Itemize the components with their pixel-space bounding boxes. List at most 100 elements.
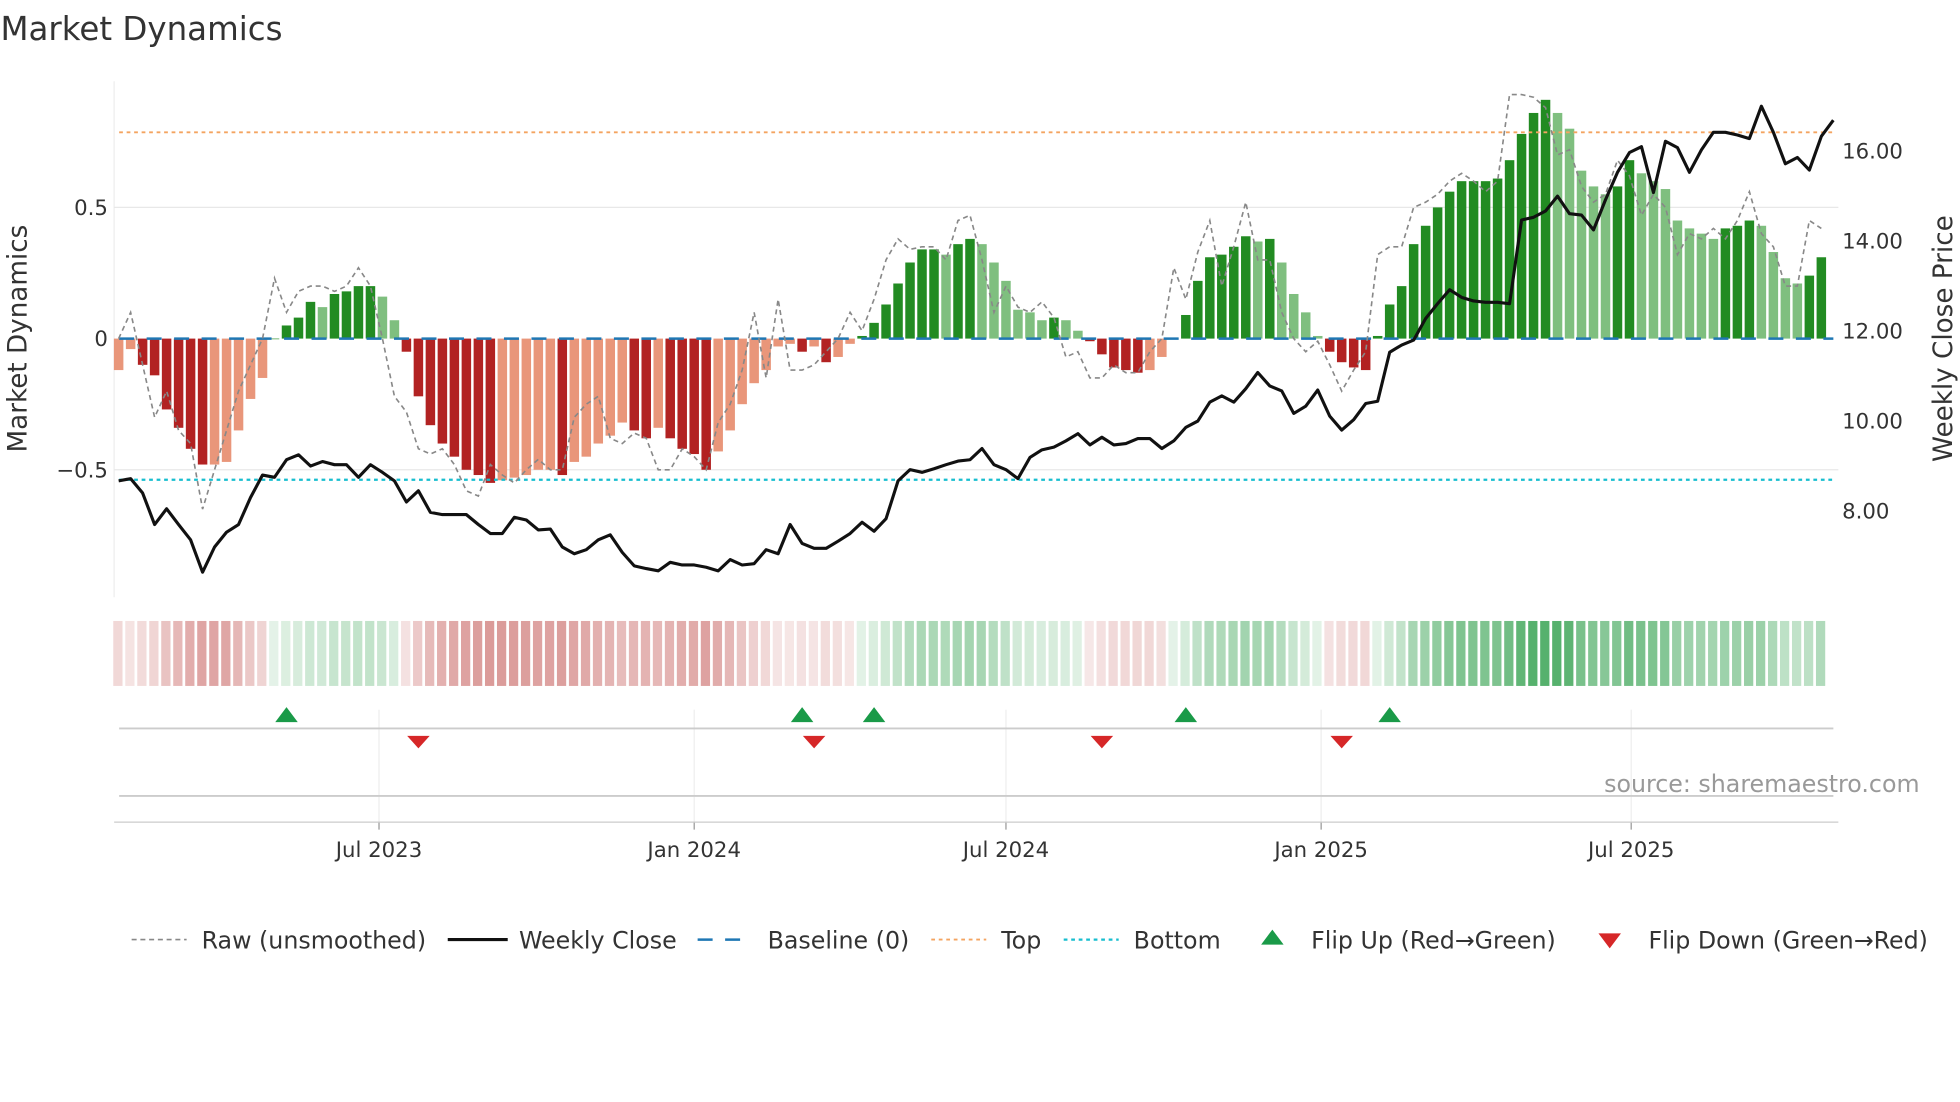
dynamics-bar xyxy=(1504,160,1515,339)
heat-strip-cell xyxy=(664,620,675,686)
heat-strip-cell xyxy=(1132,620,1142,686)
legend-flip-down-icon xyxy=(1598,933,1621,949)
heat-strip-cell xyxy=(1420,620,1430,686)
dynamics-bar xyxy=(1181,314,1191,339)
heat-strip-cell xyxy=(868,620,878,686)
right-tick-label: 12.00 xyxy=(1842,320,1903,345)
heat-strip-cell xyxy=(712,620,723,686)
heat-strip-cell xyxy=(832,620,842,686)
heat-strip-cell xyxy=(1180,620,1190,686)
dynamics-bar xyxy=(869,322,879,339)
heat-strip-cell xyxy=(1504,620,1514,686)
heat-strip-cell xyxy=(1720,620,1730,686)
heat-strip-cell xyxy=(1168,620,1178,686)
heat-strip-cell xyxy=(556,620,567,686)
heat-strip-cell xyxy=(1108,620,1118,686)
dynamics-bar xyxy=(989,262,999,339)
dynamics-bar xyxy=(1372,335,1383,339)
dynamics-bar xyxy=(1013,309,1023,339)
dynamics-bar xyxy=(1444,191,1455,339)
heat-strip-cell xyxy=(748,620,759,686)
heat-strip-cell xyxy=(1312,620,1322,686)
heat-strip-cell xyxy=(1672,620,1682,686)
heat-strip-cell xyxy=(1024,620,1034,686)
heat-strip-cell xyxy=(185,620,195,686)
x-tick-label: Jul 2023 xyxy=(334,838,422,863)
dynamics-bar xyxy=(281,325,292,339)
right-axis-label: Weekly Close Price xyxy=(1929,215,1959,462)
heat-strip-cell xyxy=(1348,620,1358,686)
heat-strip-cell xyxy=(1000,620,1010,686)
dynamics-bar xyxy=(1756,225,1767,339)
heat-strip-cell xyxy=(724,620,735,686)
legend: Raw (unsmoothed) Weekly Close Baseline (0)… xyxy=(131,926,1928,954)
heat-strip-cell xyxy=(1144,620,1154,686)
dynamics-bar xyxy=(1612,186,1623,339)
heat-strip-cell xyxy=(1732,620,1742,686)
flip-up-marker xyxy=(1378,707,1401,723)
heat-strip-cell xyxy=(1576,620,1586,686)
heat-strip-cell xyxy=(1756,620,1766,686)
flip-down-marker xyxy=(1090,735,1114,749)
left-axis-label: Market Dynamics xyxy=(4,225,34,453)
heat-strip-cell xyxy=(1264,620,1274,686)
dynamics-bar xyxy=(1732,225,1743,339)
heat-strip-cell xyxy=(784,620,794,686)
heat-strip-cell xyxy=(580,620,591,686)
heat-strip-cell xyxy=(1815,620,1826,686)
heat-strip-cell xyxy=(1072,620,1082,686)
dynamics-bar xyxy=(1121,338,1131,371)
dynamics-bar xyxy=(605,338,616,436)
heat-strip-cell xyxy=(532,620,543,686)
x-tick-label: Jan 2024 xyxy=(645,838,741,863)
dynamics-bar xyxy=(653,338,663,428)
dynamics-bar xyxy=(1456,181,1467,339)
dynamics-bar xyxy=(1588,186,1599,339)
heat-strip-cell xyxy=(772,620,783,686)
heat-strip-cell xyxy=(736,620,747,686)
heat-strip-cell xyxy=(1252,620,1262,686)
dynamics-bar xyxy=(797,338,807,352)
dynamics-bar xyxy=(329,293,340,339)
heat-strip-cell xyxy=(149,620,159,686)
heat-strip-cell xyxy=(1648,620,1658,686)
heat-strip-cell xyxy=(1779,620,1790,686)
dynamics-bar xyxy=(689,338,699,455)
heat-strip-cell xyxy=(1396,620,1406,686)
heat-strip-cell xyxy=(856,620,866,686)
chart-title: Market Dynamics xyxy=(0,10,282,48)
heat-strip-cell xyxy=(293,620,303,686)
dynamics-bar xyxy=(1468,181,1479,339)
heat-strip-cell xyxy=(461,620,471,686)
heat-strip-cell xyxy=(640,620,651,686)
x-tick-label: Jul 2024 xyxy=(961,838,1049,863)
heat-strip-cell xyxy=(1768,620,1778,686)
heat-strip-cell xyxy=(1684,620,1694,686)
dynamics-bar xyxy=(1576,170,1587,339)
dynamics-bar xyxy=(1109,338,1119,368)
heat-strip-cell xyxy=(760,620,771,686)
flip-up-marker xyxy=(790,707,814,723)
dynamics-bar xyxy=(1396,286,1407,339)
heat-strip-cell xyxy=(209,620,219,686)
left-tick-label: −0.5 xyxy=(56,458,108,483)
dynamics-bar xyxy=(749,338,759,384)
left-tick-label: 0 xyxy=(94,327,108,352)
dynamics-bar xyxy=(161,338,172,410)
heat-strip-cell xyxy=(616,620,627,686)
heat-strip-cell xyxy=(413,620,423,686)
heat-strip-cell xyxy=(1408,620,1418,686)
dynamics-bar xyxy=(617,338,628,423)
dynamics-bar xyxy=(929,249,939,339)
heat-strip-cell xyxy=(1048,620,1058,686)
heat-strip-cell xyxy=(1468,620,1478,686)
legend-label: Raw (unsmoothed) xyxy=(202,926,426,954)
dynamics-bar xyxy=(641,338,651,439)
dynamics-bar xyxy=(569,338,580,462)
heat-strip-cell xyxy=(1432,620,1442,686)
heat-strip-cell xyxy=(1612,620,1622,686)
legend-label: Bottom xyxy=(1134,926,1221,954)
dynamics-bar xyxy=(1720,228,1731,339)
dynamics-bar xyxy=(1792,283,1803,339)
dynamics-bar xyxy=(545,338,556,470)
